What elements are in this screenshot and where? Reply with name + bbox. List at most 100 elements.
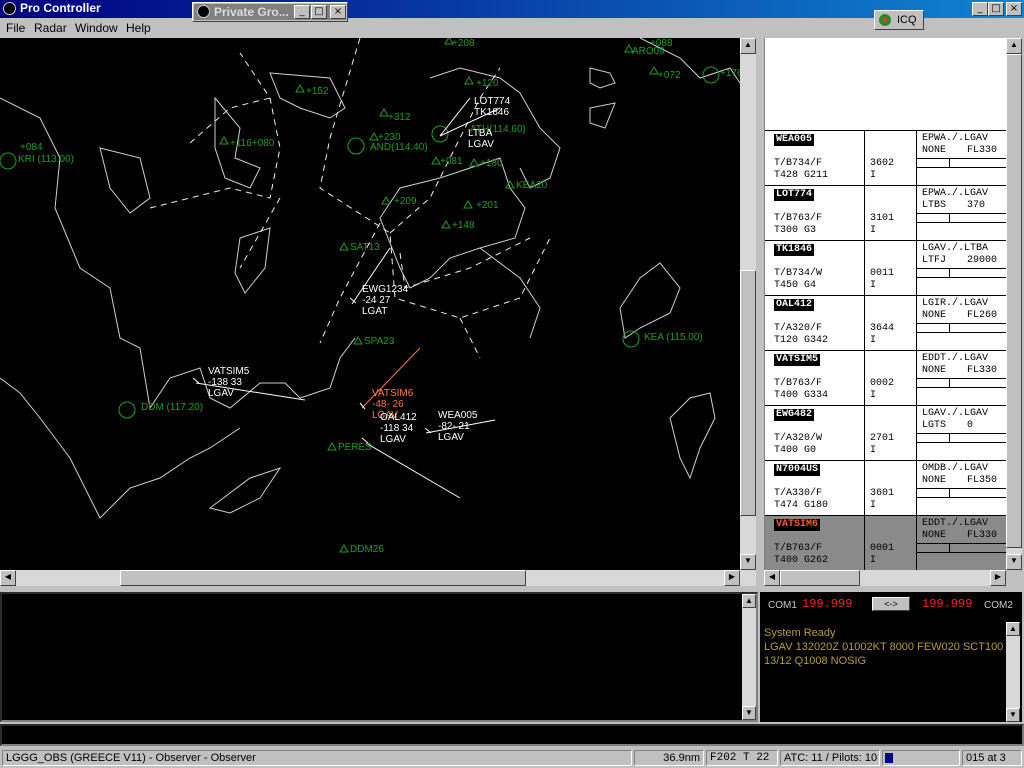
icq-button[interactable]: ICQ	[874, 10, 924, 30]
strip-aircraft-type: T/A320/F	[774, 323, 823, 334]
radar-scope[interactable]: +208 +088 ARO09 +072 +176 +152 +120 +312…	[0, 38, 740, 570]
fix-label: SPA23	[364, 336, 395, 347]
strip-route: LGAV./.LTBA	[922, 243, 989, 254]
scroll-right-arrow-icon[interactable]: ▶	[724, 570, 740, 586]
flight-strip[interactable]: LOT774 T/B763/F T300 G3 3101 I EPWA./.LGAV LTB…	[765, 185, 1007, 240]
tag-destination: LGAT	[362, 306, 388, 317]
strip-divider	[916, 442, 1007, 443]
tag-destination: LGAV	[380, 434, 406, 445]
menu-window[interactable]: Window	[75, 21, 118, 35]
strip-mode: I	[870, 170, 877, 181]
com-radio-panel: COM1 199.999 <-> 199.999 COM2 System Rea…	[760, 592, 1022, 722]
scroll-thumb[interactable]	[120, 570, 526, 586]
scroll-down-arrow-icon[interactable]: ▼	[740, 554, 756, 570]
strip-route: LGAV./.LGAV	[922, 408, 989, 419]
scroll-thumb[interactable]	[740, 270, 756, 516]
fix-label: DDM26	[350, 544, 384, 555]
aircraft-tag[interactable]: WEA005 -82- 21 LGAV	[438, 410, 477, 443]
private-window-titlebar[interactable]: Private Gro... _ □ ×	[194, 4, 346, 20]
scroll-left-arrow-icon[interactable]: ◀	[0, 570, 16, 586]
menu-help[interactable]: Help	[126, 21, 151, 35]
fix-label: +120	[476, 78, 499, 89]
menu-file[interactable]: File	[6, 21, 25, 35]
private-window-icon	[197, 5, 210, 18]
scroll-down-arrow-icon[interactable]: ▼	[742, 706, 756, 720]
menu-radar[interactable]: Radar	[34, 21, 67, 35]
fix-label: KEA20	[516, 180, 548, 191]
console-scrollbar[interactable]: ▲ ▼	[742, 594, 756, 720]
aircraft-tag[interactable]: VATSIM5 -138 33 LGAV	[208, 366, 249, 399]
strip-aircraft-type: T/B763/F	[774, 543, 823, 554]
strip-callsign: TK1846	[774, 244, 815, 256]
com2-frequency[interactable]: 199.999	[922, 597, 972, 611]
radar-vertical-scrollbar[interactable]: ▲ ▼	[740, 38, 756, 570]
vor-label-kea: KEA (115.00)	[644, 332, 703, 343]
minimize-button[interactable]: _	[972, 2, 988, 16]
strip-mode: I	[870, 555, 877, 566]
strip-mode: I	[870, 335, 877, 346]
scroll-right-arrow-icon[interactable]: ▶	[990, 570, 1006, 586]
strip-divider	[864, 461, 865, 515]
strip-divider	[916, 158, 1007, 159]
fix-label: +209	[394, 196, 417, 207]
flight-strip[interactable]: EWG482 T/A320/W T400 G0 2701 I LGAV./.LGAV LGT…	[765, 405, 1007, 460]
progress-indicator	[885, 753, 893, 763]
strip-aircraft-type: T/A330/F	[774, 488, 823, 499]
strip-divider	[916, 488, 1007, 489]
strip-divider	[916, 543, 1007, 544]
app-icon[interactable]	[3, 2, 16, 15]
flight-strip-bay[interactable]: WEA005 T/B734/F T428 G211 3602 I EPWA./.LGAV N…	[764, 38, 1007, 570]
flight-strip[interactable]: VATSIM5 T/B763/F T400 G334 0002 I EDDT./.LGAV…	[765, 350, 1007, 405]
aircraft-tag[interactable]: EWG1234 -24 27 LGAT	[362, 284, 408, 317]
strip-mode: I	[870, 390, 877, 401]
scroll-left-arrow-icon[interactable]: ◀	[764, 570, 780, 586]
strip-divider	[864, 351, 865, 405]
scroll-thumb[interactable]	[1006, 54, 1022, 548]
status-filter: F202 T 22	[706, 750, 778, 766]
private-close-button[interactable]: ×	[330, 5, 346, 19]
aircraft-tag[interactable]: LTBA LGAV	[468, 128, 494, 150]
flight-strip[interactable]: WEA005 T/B734/F T428 G211 3602 I EPWA./.LGAV N…	[765, 130, 1007, 185]
status-counts: ATC: 11 / Pilots: 10	[780, 750, 880, 766]
flight-strip[interactable]: N7004US T/A330/F T474 G180 3601 I OMDB./.LGAV…	[765, 460, 1007, 515]
flight-strip[interactable]: OAL412 T/A320/F T120 G342 3644 I LGIR./.LGAV N…	[765, 295, 1007, 350]
metar-line: LGAV 132020Z 01002KT 8000 FEW020 SCT100	[764, 641, 1004, 653]
private-minimize-button[interactable]: _	[294, 5, 310, 19]
status-pager: 015 at 3	[962, 750, 1022, 766]
tag-altitude: -82- 21	[438, 421, 470, 432]
strip-squawk: 0002	[870, 378, 895, 389]
swap-frequency-button[interactable]: <->	[872, 597, 910, 611]
message-console[interactable]: ▲ ▼	[0, 592, 758, 722]
status-bar: LGGG_OBS (GREECE V11) - Observer - Obser…	[0, 748, 1024, 768]
strip-route: OMDB./.LGAV	[922, 463, 989, 474]
com1-frequency[interactable]: 199.999	[802, 597, 852, 611]
scroll-up-arrow-icon[interactable]: ▲	[740, 38, 756, 54]
flight-strip[interactable]: TK1846 T/B734/W T450 G4 0011 I LGAV./.LTBA LTF…	[765, 240, 1007, 295]
strip-cleared-altitude: FL260	[967, 310, 998, 321]
strips-horizontal-scrollbar[interactable]: ◀ ▶	[764, 570, 1006, 586]
strip-speed: T300 G3	[774, 225, 817, 236]
tag-altitude: -118 34	[380, 423, 414, 434]
vor-ddm-symbol	[118, 401, 136, 419]
vor-north-symbol	[702, 66, 720, 84]
command-input[interactable]	[0, 724, 1024, 746]
strip-callsign: EWG482	[774, 409, 815, 421]
com-log-scrollbar[interactable]: ▲ ▼	[1006, 622, 1020, 722]
strips-vertical-scrollbar[interactable]: ▲ ▼	[1006, 38, 1022, 570]
scroll-up-arrow-icon[interactable]: ▲	[1006, 38, 1022, 54]
scroll-thumb[interactable]	[780, 570, 860, 586]
strip-divider	[916, 222, 1007, 223]
close-button[interactable]: ×	[1006, 2, 1022, 16]
maximize-button[interactable]: □	[988, 2, 1004, 16]
scroll-up-arrow-icon[interactable]: ▲	[1006, 622, 1020, 636]
scroll-down-arrow-icon[interactable]: ▼	[1006, 708, 1020, 722]
scroll-down-arrow-icon[interactable]: ▼	[1006, 554, 1022, 570]
private-maximize-button[interactable]: □	[311, 5, 327, 19]
strip-divider	[916, 497, 1007, 498]
scroll-up-arrow-icon[interactable]: ▲	[742, 594, 756, 608]
aircraft-tag[interactable]: OAL412 -118 34 LGAV	[380, 412, 417, 445]
flight-strip[interactable]: VATSIM6 T/B763/F T400 G262 0001 I EDDT./.LGAV…	[765, 515, 1007, 570]
private-group-window[interactable]: Private Gro... _ □ ×	[192, 2, 348, 22]
aircraft-tag[interactable]: LOT774 TK1846	[474, 96, 510, 118]
radar-horizontal-scrollbar[interactable]: ◀ ▶	[0, 570, 756, 586]
